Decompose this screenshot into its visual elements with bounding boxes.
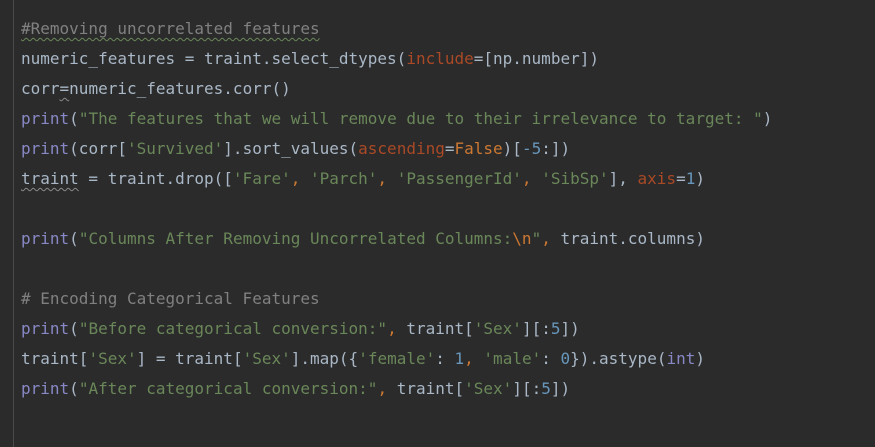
code-token: 'Parch' — [309, 169, 378, 188]
code-token: 'PassengerId' — [396, 169, 522, 188]
code-token: ( — [69, 379, 79, 398]
code-token: ], — [608, 169, 638, 188]
code-token: , — [387, 319, 407, 338]
code-token: ascending — [358, 139, 445, 158]
code-token: print — [21, 139, 70, 158]
code-token: , — [290, 169, 310, 188]
code-token: print — [21, 109, 70, 128]
code-line[interactable]: traint['Sex'] = traint['Sex'].map({'fema… — [21, 344, 772, 374]
code-line[interactable]: print("Columns After Removing Uncorrelat… — [21, 224, 772, 254]
code-token: , — [377, 169, 397, 188]
code-area[interactable]: #Removing uncorrelated features numeric_f… — [21, 14, 772, 404]
code-token: ][: — [512, 379, 542, 398]
code-token: , — [377, 379, 397, 398]
code-token: 'SibSp' — [541, 169, 609, 188]
code-token: numeric_features.corr() — [69, 79, 291, 98]
code-line[interactable]: print("Before categorical conversion:", … — [21, 314, 772, 344]
code-token: -5 — [521, 139, 542, 158]
code-token: traint[ — [21, 349, 89, 368]
code-token: numeric_features = traint.select_dtypes( — [21, 49, 407, 68]
code-token: ) — [762, 109, 773, 128]
code-token: , — [521, 169, 542, 188]
code-token: axis — [637, 169, 677, 188]
code-line[interactable]: print("After categorical conversion:", t… — [21, 374, 772, 404]
code-token: ) — [695, 349, 705, 368]
code-token: "The features that we will remove due to… — [78, 109, 763, 128]
code-token: " — [531, 229, 542, 248]
code-token: , — [464, 349, 484, 368]
code-token: }).astype( — [570, 349, 667, 368]
code-token: ]) — [560, 319, 580, 338]
code-token: 5 — [541, 379, 551, 398]
code-token: = traint.drop([ — [78, 169, 233, 188]
code-token: , — [541, 229, 561, 248]
code-token: # Encoding Categorical Features — [21, 289, 320, 308]
code-token: include — [406, 49, 474, 68]
code-token: = — [59, 79, 70, 98]
code-editor[interactable]: #Removing uncorrelated features numeric_f… — [0, 0, 875, 447]
code-token: False — [454, 139, 503, 158]
code-line[interactable]: traint = traint.drop(['Fare', 'Parch', '… — [21, 164, 772, 194]
code-token: : — [541, 349, 561, 368]
code-token: 'Fare' — [232, 169, 291, 188]
code-token: 0 — [560, 349, 571, 368]
code-token: print — [21, 379, 70, 398]
code-token: 'Sex' — [473, 319, 522, 338]
code-token: (corr[ — [69, 139, 127, 158]
code-token: = — [444, 139, 455, 158]
code-token: 'Sex' — [88, 349, 137, 368]
code-line[interactable] — [21, 254, 772, 284]
code-token: = — [676, 169, 686, 188]
code-line[interactable]: numeric_features = traint.select_dtypes(… — [21, 44, 772, 74]
code-token: 'Sex' — [464, 379, 513, 398]
code-token: "Columns After Removing Uncorrelated Col… — [78, 229, 513, 248]
code-token: print — [21, 229, 70, 248]
gutter-divider — [13, 0, 14, 447]
code-token: ].sort_values( — [223, 139, 359, 158]
code-token: ) — [695, 169, 705, 188]
code-token: traint — [21, 169, 79, 188]
code-line[interactable]: print(corr['Survived'].sort_values(ascen… — [21, 134, 772, 164]
code-token: ]) — [550, 379, 571, 398]
code-token: ][: — [521, 319, 551, 338]
code-token: 'Survived' — [126, 139, 224, 158]
code-line[interactable]: #Removing uncorrelated features — [21, 14, 772, 44]
code-token: 'male' — [483, 349, 542, 368]
code-token: "After categorical conversion:" — [78, 379, 378, 398]
code-line[interactable] — [21, 194, 772, 224]
code-token: traint.columns) — [560, 229, 705, 248]
code-token: traint[ — [396, 379, 465, 398]
code-line[interactable]: corr=numeric_features.corr() — [21, 74, 772, 104]
code-token: int — [666, 349, 696, 368]
code-token: ] = traint[ — [136, 349, 243, 368]
code-token: ( — [69, 109, 79, 128]
code-token: :]) — [541, 139, 571, 158]
code-token: 1 — [454, 349, 465, 368]
code-token: print — [21, 319, 70, 338]
code-token: : — [435, 349, 455, 368]
code-token: "Before categorical conversion:" — [78, 319, 388, 338]
code-token: ( — [69, 229, 79, 248]
code-line[interactable]: # Encoding Categorical Features — [21, 284, 772, 314]
code-token: 'Sex' — [242, 349, 291, 368]
code-token: \n — [512, 229, 532, 248]
code-token: ( — [69, 319, 79, 338]
code-token: 1 — [685, 169, 696, 188]
code-token: corr — [21, 79, 60, 98]
code-line[interactable]: print("The features that we will remove … — [21, 104, 772, 134]
code-token: #Removing uncorrelated features — [21, 19, 320, 38]
code-token: )[ — [502, 139, 522, 158]
code-token: 'female' — [358, 349, 436, 368]
code-token: traint[ — [406, 319, 474, 338]
code-token: =[np.number]) — [473, 49, 599, 68]
code-token: ].map({ — [290, 349, 359, 368]
